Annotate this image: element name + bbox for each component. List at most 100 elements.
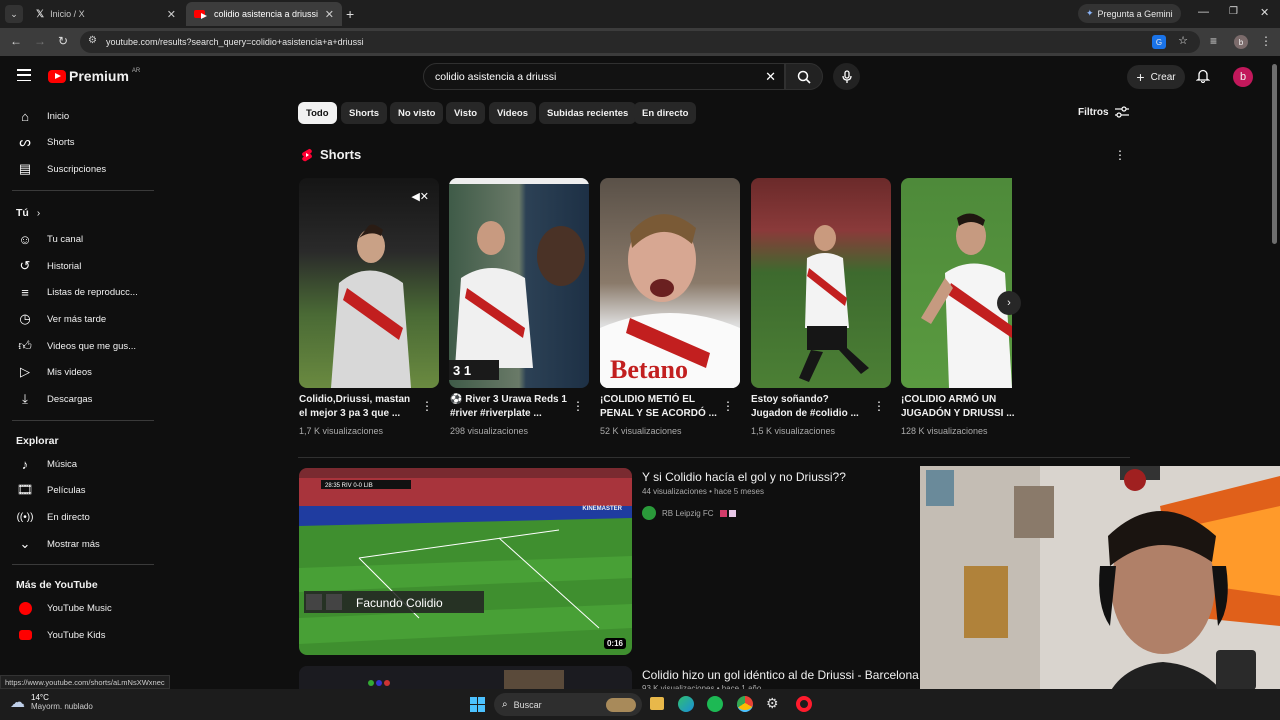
- sidebar-item-suscripciones[interactable]: ▤ Suscripciones: [16, 156, 156, 182]
- sidebar-item-shorts[interactable]: ᔕ Shorts: [16, 129, 156, 155]
- maximize-button[interactable]: ❐: [1229, 6, 1238, 17]
- short-thumbnail[interactable]: ◀✕: [299, 178, 439, 388]
- gemini-button[interactable]: ✦ Pregunta a Gemini: [1078, 4, 1181, 23]
- new-tab-button[interactable]: +: [346, 6, 354, 22]
- reading-mode-icon[interactable]: ≡: [1210, 34, 1217, 48]
- close-window-button[interactable]: ✕: [1260, 6, 1269, 19]
- sidebar-item-mostrar-mas[interactable]: ⌄ Mostrar más: [16, 531, 156, 557]
- short-thumbnail[interactable]: [901, 178, 1012, 388]
- close-tab-icon[interactable]: ✕: [167, 8, 176, 21]
- sidebar-item-label: Videos que me gus...: [47, 340, 137, 352]
- chip-en-directo[interactable]: En directo: [634, 102, 697, 124]
- profile-avatar-button[interactable]: b: [1234, 35, 1248, 49]
- sidebar-item-label: Música: [47, 458, 78, 470]
- short-thumbnail[interactable]: Betano: [600, 178, 740, 388]
- page-scrollbar[interactable]: [1272, 64, 1277, 244]
- chip-visto[interactable]: Visto: [446, 102, 486, 124]
- taskbar-search[interactable]: ⌕ Buscar: [494, 693, 642, 716]
- chip-subidas-recientes[interactable]: Subidas recientes: [539, 102, 637, 124]
- short-thumbnail[interactable]: 3 1: [449, 178, 589, 388]
- account-avatar[interactable]: b: [1233, 67, 1253, 87]
- short-menu-icon[interactable]: ⋮: [421, 399, 433, 413]
- file-explorer-icon[interactable]: [650, 697, 664, 710]
- opera-icon[interactable]: [796, 696, 812, 712]
- chevron-down-icon: ⌄: [19, 536, 31, 551]
- sidebar-item-label: Películas: [47, 484, 86, 496]
- search-input[interactable]: colidio asistencia a driussi ✕: [423, 63, 785, 90]
- windows-start-icon[interactable]: [470, 697, 485, 712]
- webcam-overlay: [920, 466, 1280, 720]
- sidebar-item-ver-mas-tarde[interactable]: ◷ Ver más tarde: [16, 306, 156, 332]
- shorts-shelf-menu-icon[interactable]: ⋮: [1114, 148, 1126, 162]
- sidebar-item-label: Listas de reproducc...: [47, 286, 138, 298]
- sidebar-item-peliculas[interactable]: 🎞︎ Películas: [16, 477, 156, 503]
- close-tab-icon[interactable]: ✕: [325, 8, 334, 21]
- short-menu-icon[interactable]: ⋮: [873, 399, 885, 413]
- forward-arrow-icon[interactable]: →: [34, 34, 46, 48]
- hamburger-menu-icon[interactable]: [17, 69, 31, 81]
- sidebar-item-label: Mis videos: [47, 366, 92, 378]
- sidebar-item-youtube-music[interactable]: YouTube Music: [16, 595, 156, 621]
- shorts-next-arrow-icon[interactable]: ›: [997, 291, 1021, 315]
- sidebar-item-listas[interactable]: ≡ Listas de reproducc...: [16, 279, 156, 305]
- browser-address-bar: ← → ↻ ⚙ youtube.com/results?search_query…: [0, 28, 1280, 56]
- bookmark-star-icon[interactable]: ☆: [1178, 34, 1188, 47]
- tab-x[interactable]: 𝕏 Inicio / X ✕: [28, 2, 184, 26]
- chip-no-visto[interactable]: No visto: [390, 102, 444, 124]
- video-title[interactable]: Y si Colidio hacía el gol y no Driussi??: [642, 470, 846, 484]
- sidebar-item-label: Historial: [47, 260, 82, 272]
- voice-search-button[interactable]: [833, 63, 860, 90]
- filters-button[interactable]: Filtros: [1078, 106, 1129, 118]
- search-button[interactable]: [785, 63, 823, 90]
- minimize-button[interactable]: —: [1198, 6, 1209, 18]
- sidebar-item-descargas[interactable]: ⤓ Descargas: [16, 386, 156, 412]
- chip-todo[interactable]: Todo: [298, 102, 337, 124]
- short-title[interactable]: ¡COLIDIO METIÓ EL PENAL Y SE ACORDÓ ...: [600, 393, 718, 421]
- search-icon: [797, 70, 811, 84]
- browser-menu-icon[interactable]: ⋮: [1260, 34, 1272, 48]
- translate-icon[interactable]: G: [1152, 35, 1166, 49]
- mute-icon[interactable]: ◀✕: [411, 190, 429, 203]
- short-5-figure: [921, 213, 1012, 388]
- tab-title: Inicio / X: [50, 9, 85, 19]
- sidebar-item-label: Tu canal: [47, 233, 84, 245]
- sidebar-item-label: YouTube Music: [47, 602, 112, 614]
- chip-shorts[interactable]: Shorts: [341, 102, 388, 124]
- sidebar-item-tu-canal[interactable]: ☺ Tu canal: [16, 226, 156, 252]
- notifications-bell-icon[interactable]: [1195, 68, 1211, 88]
- sidebar-item-youtube-kids[interactable]: YouTube Kids: [16, 622, 156, 648]
- video-thumbnail[interactable]: 28:35 RIV 0-0 LIB Facundo Colidio KINEMA…: [299, 468, 632, 655]
- reload-icon[interactable]: ↻: [58, 34, 68, 48]
- short-title[interactable]: Colidio,Driussi, mastan el mejor 3 pa 3 …: [299, 393, 417, 421]
- spotify-icon[interactable]: [707, 696, 723, 712]
- tab-youtube[interactable]: colidio asistencia a driussi - YouTube ✕: [186, 2, 342, 26]
- back-arrow-icon[interactable]: ←: [10, 34, 22, 48]
- url-bar[interactable]: ⚙ youtube.com/results?search_query=colid…: [80, 31, 1200, 53]
- youtube-premium-logo[interactable]: Premium AR: [48, 68, 140, 84]
- create-button[interactable]: + Crear: [1127, 65, 1185, 89]
- sidebar-item-en-directo[interactable]: ((•)) En directo: [16, 504, 156, 530]
- edge-icon[interactable]: [678, 696, 694, 712]
- sidebar-item-me-gusta[interactable]: 👍︎ Videos que me gus...: [16, 333, 156, 359]
- weather-widget[interactable]: ☁ 14°C Mayorm. nublado: [10, 693, 93, 711]
- short-title[interactable]: Estoy soñando? Jugadon de #colidio ...: [751, 393, 869, 421]
- chip-videos[interactable]: Videos: [489, 102, 536, 124]
- channel-link[interactable]: RB Leipzig FC: [642, 506, 736, 520]
- short-title[interactable]: ¡COLIDIO ARMÓ UN JUGADÓN Y DRIUSSI ...: [901, 393, 1019, 421]
- short-menu-icon[interactable]: ⋮: [722, 399, 734, 413]
- sidebar-you-header[interactable]: Tú ›: [16, 200, 156, 226]
- short-menu-icon[interactable]: ⋮: [572, 399, 584, 413]
- short-title[interactable]: ⚽ River 3 Urawa Reds 1 #river #riverplat…: [450, 393, 568, 421]
- video-title[interactable]: Colidio hizo un gol idéntico al de Drius…: [642, 668, 919, 682]
- sidebar-item-mis-videos[interactable]: ▷ Mis videos: [16, 359, 156, 385]
- settings-gear-icon[interactable]: ⚙: [766, 695, 779, 712]
- tab-list-button[interactable]: ⌄: [5, 5, 23, 23]
- sidebar-item-musica[interactable]: ♪ Música: [16, 451, 156, 477]
- sidebar-item-historial[interactable]: ↺ Historial: [16, 253, 156, 279]
- chrome-icon[interactable]: [737, 696, 753, 712]
- clear-search-icon[interactable]: ✕: [765, 69, 776, 85]
- country-code: AR: [131, 68, 141, 74]
- site-info-icon[interactable]: ⚙: [88, 35, 97, 46]
- short-thumbnail[interactable]: [751, 178, 891, 388]
- sidebar-item-inicio[interactable]: ⌂ Inicio: [16, 103, 156, 129]
